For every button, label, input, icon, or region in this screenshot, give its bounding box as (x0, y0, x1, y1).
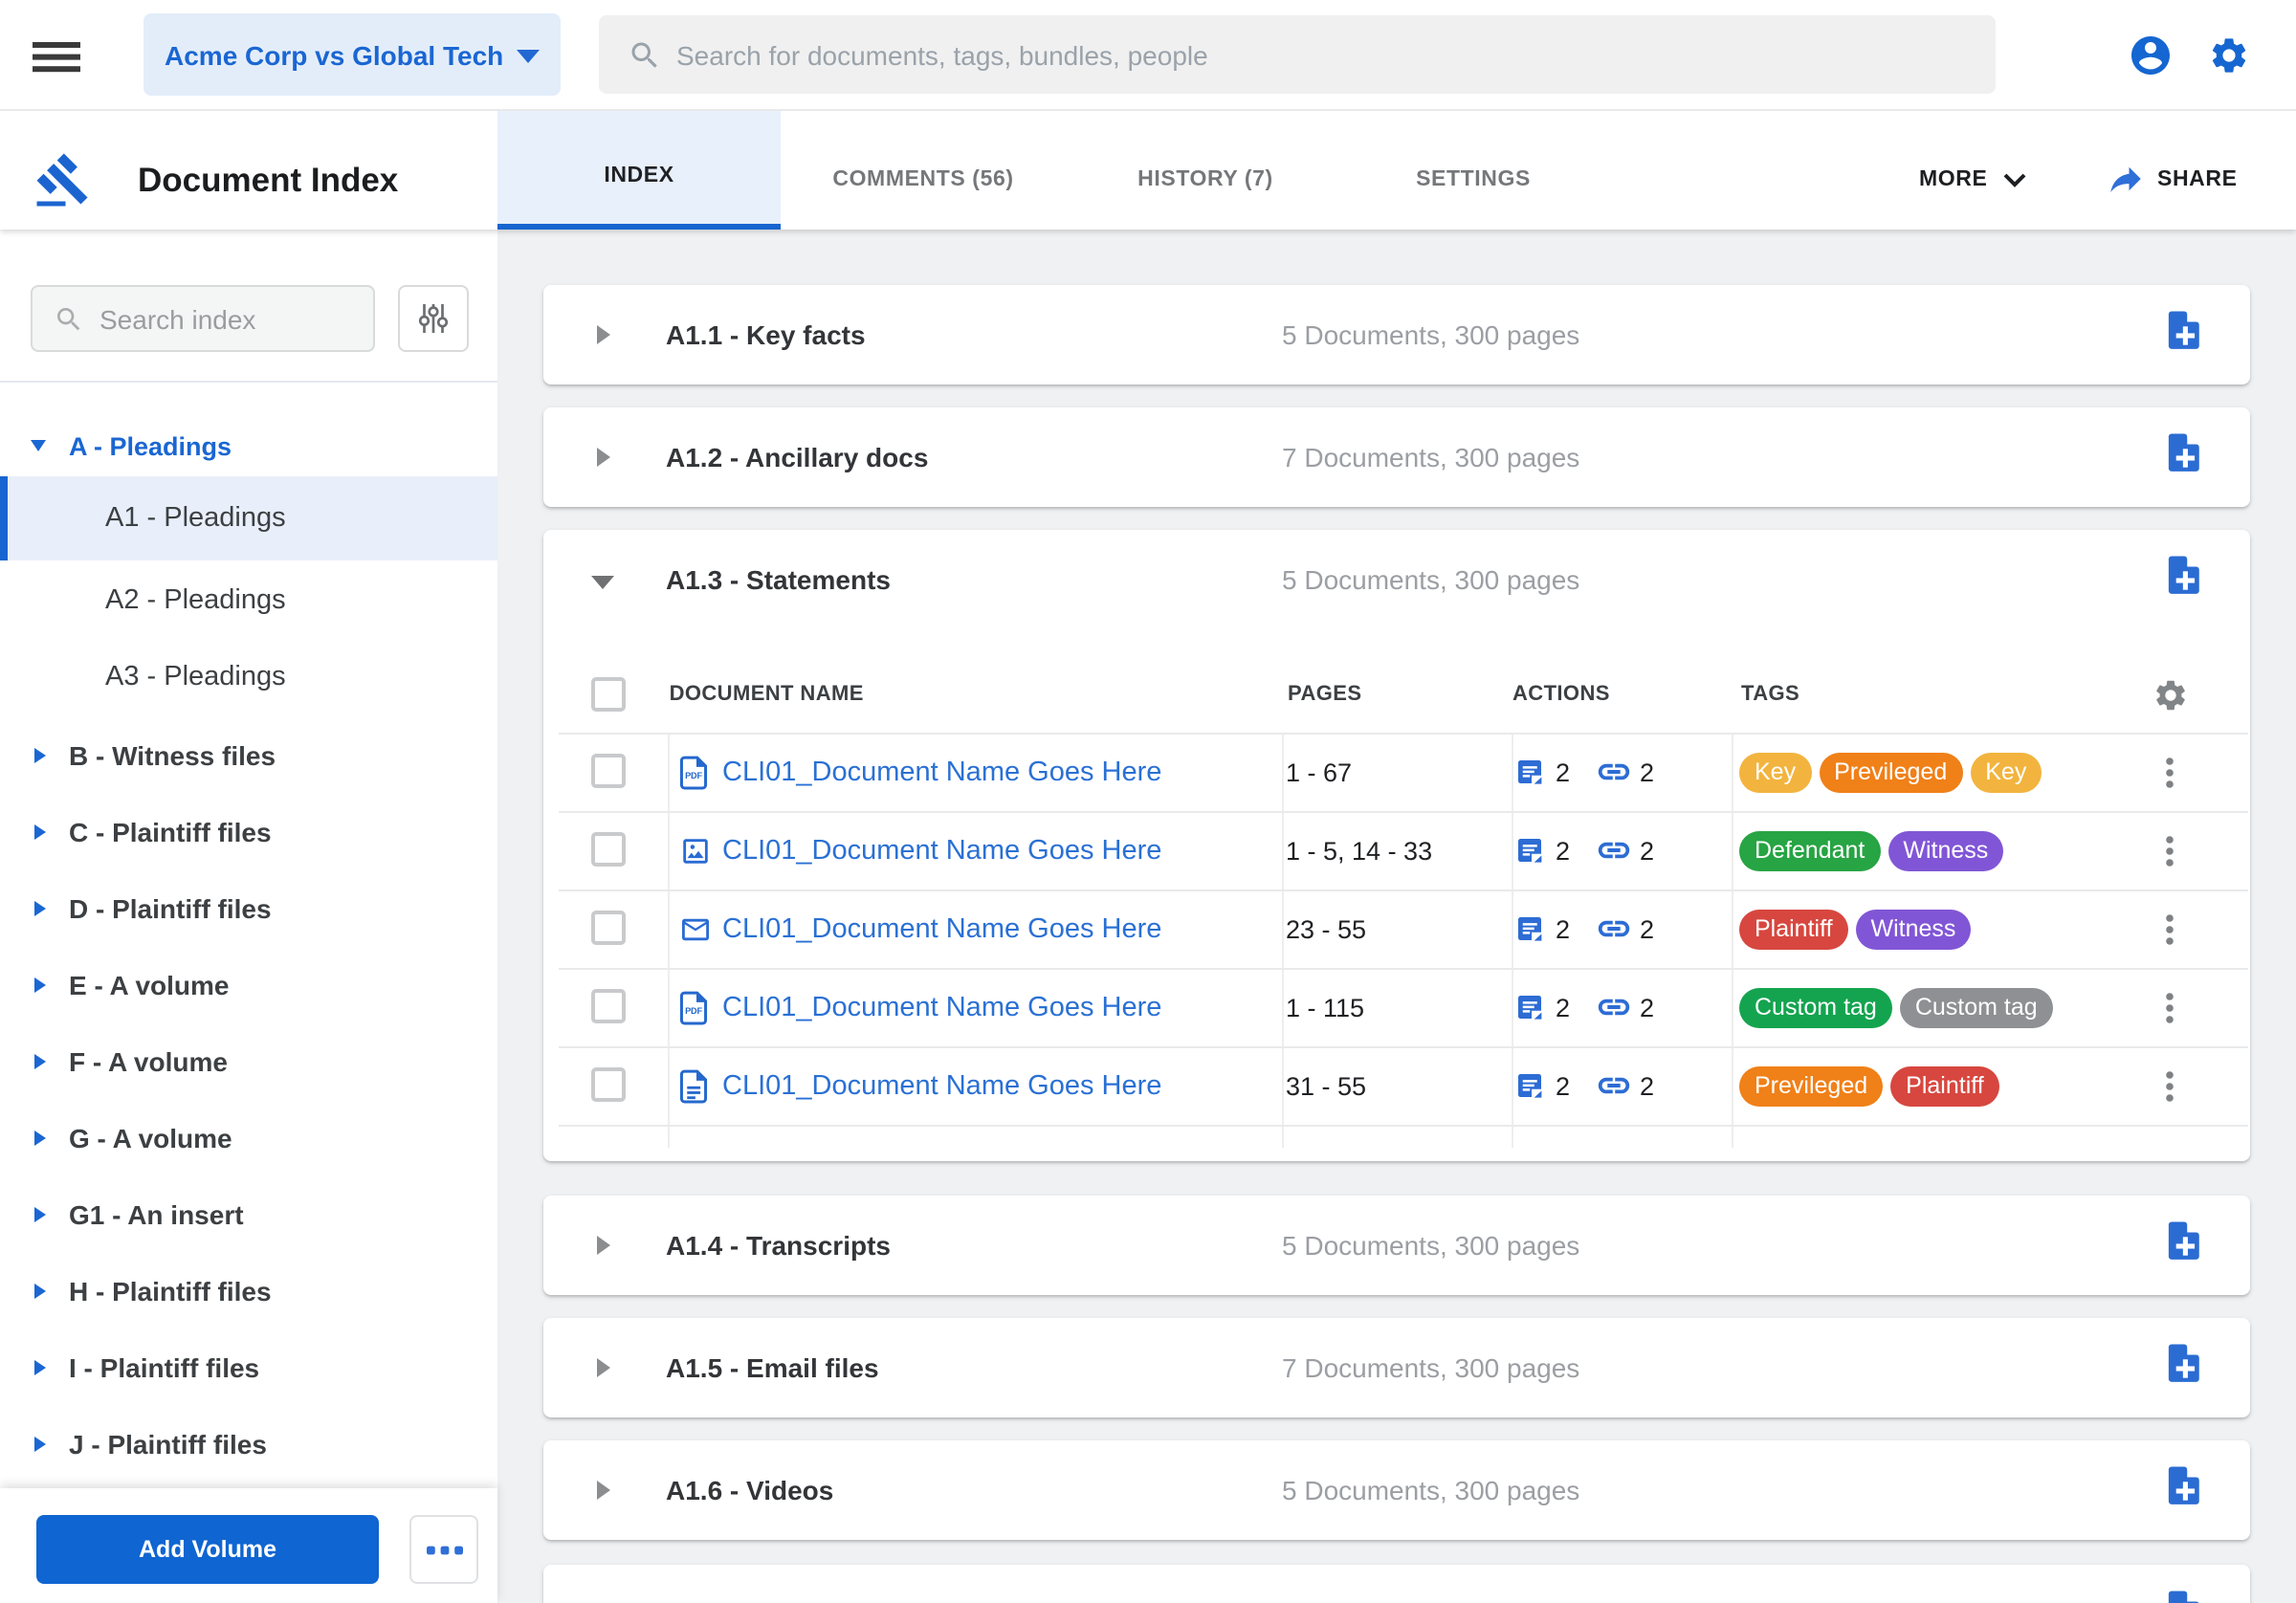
svg-text:PDF: PDF (685, 1005, 702, 1015)
svg-text:PDF: PDF (685, 770, 702, 780)
